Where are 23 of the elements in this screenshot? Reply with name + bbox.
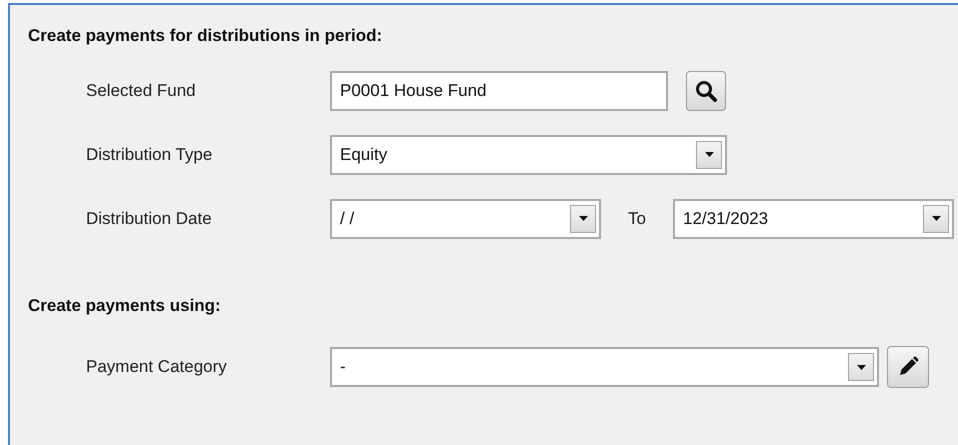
caret-icon	[578, 216, 588, 221]
edit-button[interactable]	[887, 346, 929, 388]
search-button[interactable]	[686, 70, 726, 110]
field-label: Distribution Date	[86, 208, 213, 230]
dropdown-button[interactable]	[848, 353, 874, 381]
dropdown-button[interactable]	[570, 204, 596, 232]
dropdown-field[interactable]: / /	[330, 198, 601, 238]
range-label: To	[627, 208, 647, 230]
caret-icon	[932, 216, 940, 221]
section-heading: Create payments for distributions in period:	[28, 25, 384, 47]
field-label: Distribution Type	[86, 144, 214, 166]
caret-icon	[856, 364, 866, 370]
text-field[interactable]: P0001 House Fund	[330, 70, 668, 110]
caret-icon	[704, 152, 714, 157]
dropdown-field[interactable]: Equity	[330, 134, 727, 174]
dropdown-field[interactable]: -	[330, 347, 879, 387]
field-label: Payment Category	[86, 356, 228, 378]
dropdown-field[interactable]: 12/31/2023	[673, 198, 954, 238]
dropdown-button[interactable]	[923, 204, 949, 232]
dropdown-button[interactable]	[696, 140, 722, 168]
search-icon	[694, 78, 718, 102]
section-heading: Create payments using:	[28, 294, 222, 317]
field-label: Selected Fund	[86, 80, 197, 102]
